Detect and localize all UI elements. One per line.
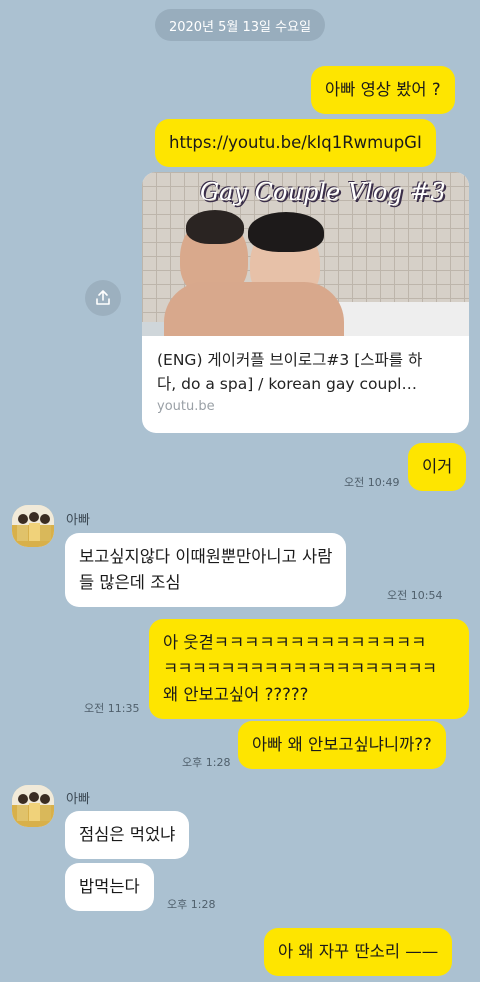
timestamp: 오전 11:35 <box>84 702 140 715</box>
share-button[interactable] <box>85 280 121 316</box>
message-link-text[interactable]: https://youtu.be/kIq1RwmupGI <box>169 133 422 152</box>
timestamp: 오전 10:54 <box>387 589 443 602</box>
link-domain: youtu.be <box>157 399 215 414</box>
avatar-photo <box>12 785 54 827</box>
their-message-bubble[interactable]: 점심은 먹었냐 <box>65 811 190 859</box>
person-left-hair <box>186 210 244 244</box>
link-title[interactable]: (ENG) 게이커플 브이로그#3 [스파를 하 다, do a spa] / … <box>157 348 457 396</box>
message-text: 밥먹는다 <box>79 877 140 896</box>
message-text: 들 많은데 조심 <box>79 573 181 592</box>
message-text: 아 웃겯ㅋㅋㅋㅋㅋㅋㅋㅋㅋㅋㅋㅋㅋㅋ <box>163 633 427 652</box>
my-message-link-bubble[interactable]: https://youtu.be/kIq1RwmupGI <box>155 119 436 167</box>
my-message-bubble[interactable]: 아 왜 자꾸 딴소리 —— <box>264 928 453 976</box>
timestamp: 오전 10:49 <box>344 476 400 489</box>
message-text: 왜 안보고싶어 ????? <box>163 685 309 704</box>
message-text: 이거 <box>422 457 453 476</box>
my-message-bubble[interactable]: 이거 <box>408 443 467 491</box>
message-text: 점심은 먹었냐 <box>79 825 176 844</box>
my-message-bubble[interactable]: 아빠 영상 봤어 ? <box>311 66 455 114</box>
date-divider: 2020년 5월 13일 수요일 <box>155 9 325 41</box>
avatar-photo <box>12 505 54 547</box>
message-text: ㅋㅋㅋㅋㅋㅋㅋㅋㅋㅋㅋㅋㅋㅋㅋㅋㅋㅋㅋ <box>163 659 437 678</box>
thumbnail-title: Gay Couple Vlog #3 <box>200 178 446 206</box>
avatar[interactable] <box>12 505 54 547</box>
message-text: 아 왜 자꾸 딴소리 —— <box>278 942 439 961</box>
my-message-bubble[interactable]: 아 웃겯ㅋㅋㅋㅋㅋㅋㅋㅋㅋㅋㅋㅋㅋㅋ ㅋㅋㅋㅋㅋㅋㅋㅋㅋㅋㅋㅋㅋㅋㅋㅋㅋㅋㅋ 왜… <box>149 619 469 719</box>
their-message-bubble[interactable]: 보고싶지않다 이때원뿐만아니고 사람 들 많은데 조심 <box>65 533 347 607</box>
person-right-hair <box>248 212 324 252</box>
avatar[interactable] <box>12 785 54 827</box>
message-text: 아빠 영상 봤어 ? <box>325 80 441 99</box>
sender-name: 아빠 <box>66 513 90 528</box>
link-preview-card[interactable]: Gay Couple Vlog #3 (ENG) 게이커플 브이로그#3 [스파… <box>142 172 469 433</box>
message-text: 아빠 왜 안보고싶냐니까?? <box>252 735 432 754</box>
my-message-bubble[interactable]: 아빠 왜 안보고싶냐니까?? <box>238 721 446 769</box>
message-text: 보고싶지않다 이때원뿐만아니고 사람 <box>79 547 333 566</box>
timestamp: 오후 1:28 <box>167 898 216 911</box>
sender-name: 아빠 <box>66 792 90 807</box>
timestamp: 오후 1:28 <box>182 756 231 769</box>
video-thumbnail[interactable]: Gay Couple Vlog #3 <box>142 172 469 336</box>
link-title-line: (ENG) 게이커플 브이로그#3 [스파를 하 <box>157 351 423 369</box>
bodies <box>164 282 344 336</box>
link-title-line: 다, do a spa] / korean gay coupl… <box>157 375 417 393</box>
share-icon <box>96 290 110 305</box>
their-message-bubble[interactable]: 밥먹는다 <box>65 863 154 911</box>
